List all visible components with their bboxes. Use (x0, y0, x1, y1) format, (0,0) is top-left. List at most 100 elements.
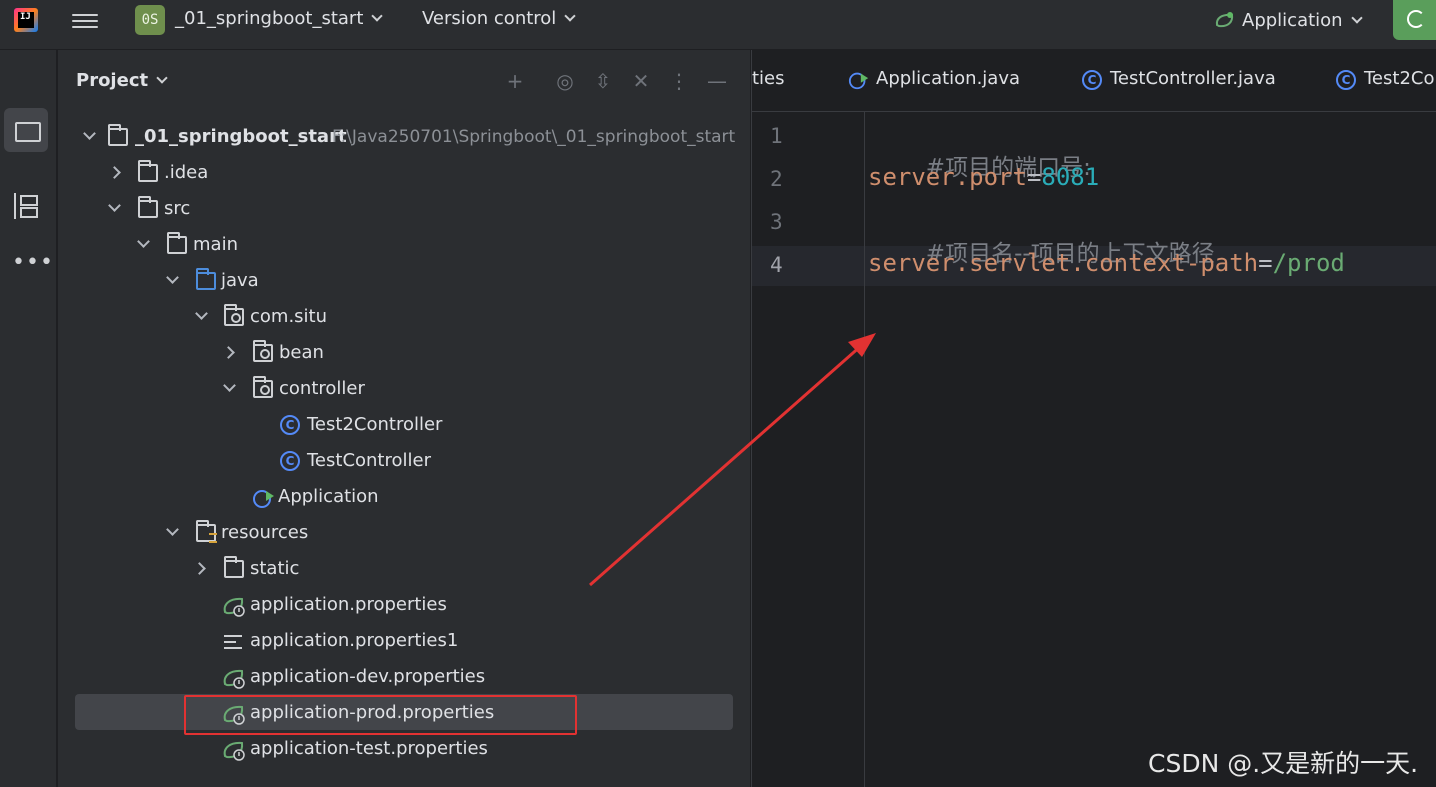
tree-item-idea[interactable]: .idea (58, 155, 750, 191)
chevron-down-icon[interactable] (166, 271, 179, 284)
property-value: /prod (1272, 249, 1345, 277)
tree-item-label: Application (278, 486, 379, 507)
tree-item-label: TestController (307, 450, 431, 471)
editor-area: ties Application.java C TestController.j… (751, 50, 1436, 787)
panel-toolbar: + ◎ ⇳ ✕ ⋮ — (502, 68, 742, 94)
class-icon: C (1082, 70, 1102, 90)
tree-item-application[interactable]: Application (58, 479, 750, 515)
tree-item-application-properties[interactable]: application.properties (58, 587, 750, 623)
module-path-hint: F:\Java250701\Springboot\_01_springboot_… (332, 127, 736, 147)
tree-item-label: bean (279, 342, 324, 363)
tree-item-label: com.situ (250, 306, 328, 327)
tab-properties-clipped[interactable]: ties (752, 68, 785, 89)
tree-item-src[interactable]: src (58, 191, 750, 227)
version-control-menu[interactable]: Version control (422, 8, 576, 29)
rerun-button[interactable] (1393, 0, 1436, 40)
expand-all-icon[interactable]: ⇳ (590, 68, 616, 94)
collapse-all-icon[interactable]: ✕ (628, 68, 654, 94)
watermark: CSDN @.又是新的一天. (1148, 749, 1419, 778)
project-panel: Project + ◎ ⇳ ✕ ⋮ — _01_springboot_start… (58, 50, 750, 787)
project-view-selector[interactable]: Project (76, 70, 168, 91)
hide-icon[interactable]: — (704, 68, 730, 94)
chevron-right-icon[interactable] (193, 562, 206, 575)
options-icon[interactable]: ⋮ (666, 68, 692, 94)
tree-item-application-test-properties[interactable]: application-test.properties (58, 731, 750, 767)
more-tools-icon[interactable]: ••• (12, 252, 54, 274)
spring-boot-app-icon (848, 72, 869, 90)
tab-label: ties (752, 68, 785, 89)
tree-item-label: resources (221, 522, 309, 543)
run-configuration-selector[interactable]: Application (1214, 8, 1363, 31)
code-line-2[interactable]: server.port=8081 (868, 163, 1099, 191)
chevron-down-icon[interactable] (137, 235, 150, 248)
tree-item-java[interactable]: java (58, 263, 750, 299)
code-line-4[interactable]: server.servlet.context-path=/prod (868, 249, 1345, 277)
property-key: server.port (868, 163, 1027, 191)
resources-folder-icon (196, 520, 217, 543)
chevron-down-icon[interactable] (108, 199, 121, 212)
chevron-down-icon (564, 10, 576, 22)
source-folder-icon (196, 268, 216, 290)
class-icon: C (280, 415, 300, 435)
tree-item-label: java (221, 270, 259, 291)
tab-label: Application.java (876, 68, 1021, 89)
tree-item-resources[interactable]: resources (58, 515, 750, 551)
tree-item-label: application.properties (250, 594, 447, 615)
spring-boot-app-icon (253, 490, 274, 508)
tree-item-label: static (250, 558, 300, 579)
tree-item-module[interactable]: _01_springboot_start F:\Java250701\Sprin… (58, 119, 750, 155)
chevron-down-icon[interactable] (166, 523, 179, 536)
structure-icon[interactable] (14, 193, 38, 219)
tree-item-main[interactable]: main (58, 227, 750, 263)
chevron-right-icon[interactable] (222, 346, 235, 359)
annotation-highlight-box (184, 695, 577, 735)
chevron-right-icon[interactable] (108, 166, 121, 179)
folder-icon (138, 160, 158, 182)
spring-properties-icon (223, 597, 245, 617)
line-number: 3 (770, 210, 783, 234)
spring-boot-app-icon (1215, 12, 1234, 28)
equals-sign: = (1026, 163, 1042, 191)
package-icon (224, 304, 244, 326)
tree-item-application-properties1[interactable]: application.properties1 (58, 623, 750, 659)
chevron-down-icon[interactable] (83, 127, 96, 140)
spring-properties-icon (223, 669, 245, 689)
chevron-down-icon[interactable] (195, 307, 208, 320)
tree-item-test[interactable]: test (58, 767, 750, 787)
chevron-down-icon (1350, 12, 1363, 24)
tab-label: Test2Con (1364, 68, 1436, 89)
tree-item-com-situ[interactable]: com.situ (58, 299, 750, 335)
intellij-logo-icon[interactable]: IJ (14, 8, 38, 32)
tab-label: TestController.java (1110, 68, 1276, 89)
add-icon[interactable]: + (502, 68, 528, 94)
locate-icon[interactable]: ◎ (552, 68, 578, 94)
tree-item-label: main (193, 234, 238, 255)
title-bar: IJ 0S _01_springboot_start Version contr… (0, 0, 1436, 50)
panel-title: Project (76, 70, 149, 91)
chevron-down-icon (156, 72, 168, 84)
tree-item-label: .idea (164, 162, 209, 183)
project-tool-folder-icon[interactable] (4, 108, 48, 152)
tree-item-testcontroller[interactable]: C TestController (58, 443, 750, 479)
chevron-down-icon[interactable] (223, 379, 236, 392)
tree-item-static[interactable]: static (58, 551, 750, 587)
folder-icon (138, 196, 158, 218)
tool-window-strip: ••• (0, 50, 57, 787)
tree-item-application-dev-properties[interactable]: application-dev.properties (58, 659, 750, 695)
class-icon: C (1336, 70, 1356, 90)
editor-tabs: ties Application.java C TestController.j… (752, 50, 1436, 112)
property-key: server.servlet.context-path (868, 249, 1259, 277)
text-file-icon (224, 635, 242, 649)
version-control-label: Version control (422, 8, 557, 29)
main-menu-icon[interactable] (72, 10, 98, 32)
run-config-label: Application (1242, 10, 1343, 31)
tree-item-test2controller[interactable]: C Test2Controller (58, 407, 750, 443)
project-selector[interactable]: _01_springboot_start (175, 8, 384, 29)
tree-item-bean[interactable]: bean (58, 335, 750, 371)
gutter-divider (864, 112, 865, 787)
tree-item-label: application-dev.properties (250, 666, 486, 687)
tree-item-controller[interactable]: controller (58, 371, 750, 407)
project-badge[interactable]: 0S (135, 5, 165, 35)
spring-properties-icon (223, 741, 245, 761)
line-number: 2 (770, 167, 783, 191)
